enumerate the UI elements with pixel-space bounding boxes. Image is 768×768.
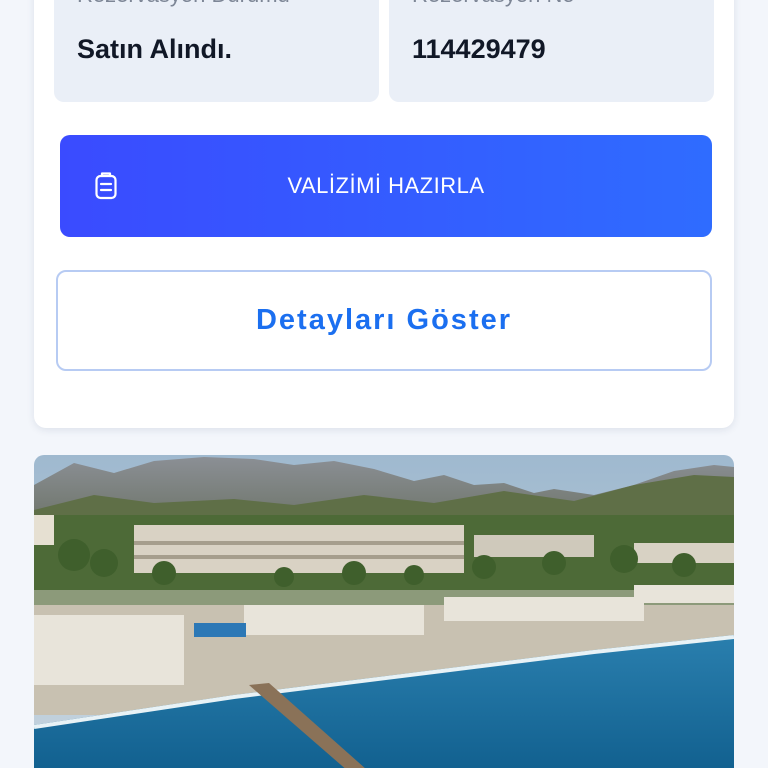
prepare-luggage-label: VALİZİMİ HAZIRLA (287, 173, 485, 198)
reservation-status-label: Rezervasyon Durumu (77, 0, 290, 8)
reservation-number-box: Rezervasyon No 114429479 (389, 0, 714, 102)
reservation-card: Rezervasyon Durumu Satın Alındı. Rezerva… (34, 0, 734, 428)
reservation-number-label: Rezervasyon No (412, 0, 575, 8)
luggage-icon (95, 172, 117, 200)
reservation-number-value: 114429479 (412, 34, 546, 64)
reservation-status-box: Rezervasyon Durumu Satın Alındı. (54, 0, 379, 102)
reservation-status-value: Satın Alındı. (77, 34, 232, 64)
prepare-luggage-button[interactable]: VALİZİMİ HAZIRLA (60, 135, 712, 237)
hotel-photo[interactable] (34, 455, 734, 768)
hotel-photo-illustration (34, 455, 734, 768)
show-details-button[interactable]: Detayları Göster (56, 270, 712, 371)
show-details-label: Detayları Göster (255, 304, 513, 336)
